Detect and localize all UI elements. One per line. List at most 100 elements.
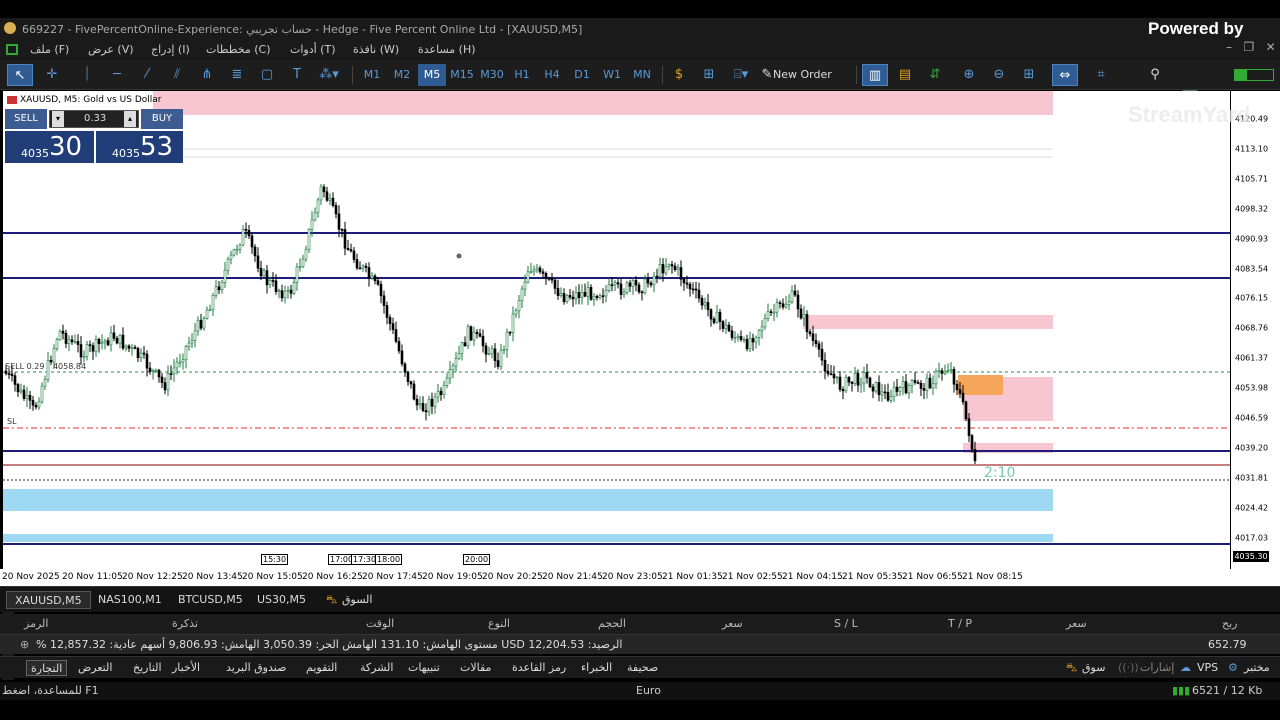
- chart-tab-btcusd[interactable]: BTCUSD,M5: [170, 591, 251, 609]
- autoscroll-icon[interactable]: ⇔: [1052, 64, 1078, 86]
- tab-vps[interactable]: VPS: [1197, 660, 1218, 676]
- position-line-label[interactable]: SELL 0.29 4058.84: [5, 362, 86, 371]
- sell-button[interactable]: SELL: [5, 109, 47, 129]
- tab-news[interactable]: الأخبار: [172, 660, 200, 676]
- tab-calendar[interactable]: التقويم: [306, 660, 337, 676]
- chart-tab-nas100[interactable]: NAS100,M1: [90, 591, 170, 609]
- tf-d1[interactable]: D1: [568, 64, 596, 86]
- new-order-icon[interactable]: ✎: [760, 64, 774, 86]
- buy-price-button[interactable]: 4035 53: [96, 131, 183, 163]
- pitchfork-icon[interactable]: ⋔: [196, 64, 218, 86]
- line-chart-icon[interactable]: ⇵: [924, 64, 946, 86]
- menu-file[interactable]: ملف (F): [30, 43, 69, 56]
- trendline-icon[interactable]: ⁄: [136, 64, 158, 86]
- col-price[interactable]: سعر: [722, 617, 743, 630]
- tab-mailbox[interactable]: صندوق البريد: [226, 660, 286, 676]
- buy-button[interactable]: BUY: [141, 109, 183, 129]
- tab-history[interactable]: التاريخ: [133, 660, 162, 676]
- col-time[interactable]: الوقت: [366, 617, 394, 630]
- tab-journal[interactable]: صحيفة: [627, 660, 658, 676]
- col-tp[interactable]: T / P: [948, 617, 972, 630]
- menu-tools[interactable]: أدوات (T): [290, 43, 336, 56]
- price-axis[interactable]: 4120.49 4113.10 4105.71 4098.32 4090.93 4083.…: [1230, 91, 1280, 569]
- tab-tester[interactable]: مختبر: [1244, 660, 1270, 676]
- vps-cloud-icon[interactable]: ☁: [1180, 660, 1191, 676]
- volume-value[interactable]: 0.33: [84, 113, 106, 124]
- search-icon[interactable]: ⚲: [1146, 64, 1164, 86]
- chart-tab-us30[interactable]: US30,M5: [249, 591, 314, 609]
- algo-trading-icon[interactable]: $: [668, 64, 690, 86]
- tf-mn[interactable]: MN: [628, 64, 656, 86]
- tester-icon[interactable]: ⚙: [1228, 660, 1238, 676]
- tf-h1[interactable]: H1: [508, 64, 536, 86]
- tile-windows-icon[interactable]: ⊞: [1018, 64, 1040, 86]
- candle-body: [250, 235, 254, 248]
- screenshot-icon[interactable]: ⌗: [1090, 64, 1112, 86]
- zoom-in-icon[interactable]: ⊕: [958, 64, 980, 86]
- sell-price-button[interactable]: 4035 30: [5, 131, 94, 163]
- tab-signals[interactable]: إشارات: [1140, 660, 1174, 676]
- col-type[interactable]: النوع: [488, 617, 510, 630]
- horizontal-line-icon[interactable]: ─: [106, 64, 128, 86]
- col-volume[interactable]: الحجم: [598, 617, 626, 630]
- close-icon[interactable]: ✕: [1266, 40, 1276, 54]
- tf-m30[interactable]: M30: [478, 64, 506, 86]
- menu-insert[interactable]: إدراج (I): [151, 43, 190, 56]
- volume-up-icon[interactable]: ▴: [124, 111, 136, 127]
- vertical-line-icon[interactable]: ⏐: [76, 64, 98, 86]
- market-icon[interactable]: ⛍: [1066, 660, 1077, 676]
- volume-down-icon[interactable]: ▾: [52, 111, 64, 127]
- price-chart[interactable]: XAUUSD, M5: Gold vs US Dollar SELL ▾ 0.3…: [3, 91, 1230, 569]
- tf-m15[interactable]: M15: [448, 64, 476, 86]
- signals-icon[interactable]: ((·)): [1118, 660, 1139, 676]
- tab-company[interactable]: الشركة: [360, 660, 393, 676]
- new-order-button[interactable]: New Order: [773, 64, 832, 86]
- tf-h4[interactable]: H4: [538, 64, 566, 86]
- col-sl[interactable]: S / L: [834, 617, 858, 630]
- time-axis[interactable]: 20 Nov 2025 20 Nov 11:05 20 Nov 12:25 20 No…: [0, 569, 1280, 586]
- zoom-out-icon[interactable]: ⊖: [988, 64, 1010, 86]
- crosshair-icon[interactable]: ✛: [40, 64, 64, 86]
- col-ticket[interactable]: تذكرة: [172, 617, 198, 630]
- tab-code-base[interactable]: رمز القاعدة: [512, 660, 566, 676]
- chart-toggle-icon[interactable]: [6, 44, 18, 55]
- menu-view[interactable]: عرض (V): [88, 43, 134, 56]
- cursor-tool-icon[interactable]: ↖: [7, 64, 33, 86]
- tab-articles[interactable]: مقالات: [460, 660, 491, 676]
- menu-window[interactable]: نافذة (W): [353, 43, 399, 56]
- col-symbol[interactable]: الرمز: [24, 617, 48, 630]
- fibonacci-icon[interactable]: ≣: [226, 64, 248, 86]
- menu-charts[interactable]: مخططات (C): [206, 43, 271, 56]
- sl-label[interactable]: SL: [7, 417, 17, 426]
- total-profit: 652.79: [1208, 638, 1247, 651]
- shapes-icon[interactable]: ▢: [256, 64, 278, 86]
- tab-market[interactable]: سوق: [1082, 660, 1105, 676]
- restore-icon[interactable]: ❐: [1243, 40, 1254, 54]
- menu-help[interactable]: مساعدة (H): [418, 43, 476, 56]
- candles-icon[interactable]: ▤: [894, 64, 916, 86]
- channel-icon[interactable]: ⫽: [166, 64, 188, 86]
- indicators-icon[interactable]: ⌸▾: [726, 64, 756, 86]
- volume-input[interactable]: ▾ 0.33 ▴: [49, 110, 139, 128]
- chart-tab-market[interactable]: السوق: [334, 591, 380, 609]
- tf-m5[interactable]: M5: [418, 64, 446, 86]
- balance-plus-icon[interactable]: ⊕: [20, 638, 29, 651]
- tab-exposure[interactable]: التعرض: [78, 660, 112, 676]
- candle-body: [862, 372, 866, 384]
- chart-tab-xauusd[interactable]: XAUUSD,M5: [6, 591, 91, 609]
- col-current-price[interactable]: سعر: [1066, 617, 1087, 630]
- candle-body: [499, 349, 503, 367]
- tab-experts[interactable]: الخبراء: [581, 660, 612, 676]
- objects-menu-icon[interactable]: ⁂▾: [314, 64, 344, 86]
- bar-chart-icon[interactable]: ▥: [862, 64, 888, 86]
- minimize-icon[interactable]: –: [1226, 40, 1232, 54]
- text-tool-icon[interactable]: T: [286, 64, 308, 86]
- depth-of-market-icon[interactable]: ⊞: [698, 64, 720, 86]
- tf-m1[interactable]: M1: [358, 64, 386, 86]
- status-bar: للمساعدة، اضغط F1 Euro ▮▮▮ 6521 / 12 Kb: [0, 682, 1280, 700]
- tf-w1[interactable]: W1: [598, 64, 626, 86]
- tf-m2[interactable]: M2: [388, 64, 416, 86]
- tab-trade[interactable]: التجارة: [26, 660, 68, 676]
- col-profit[interactable]: ربح: [1222, 617, 1237, 630]
- tab-alerts[interactable]: تنبيهات: [408, 660, 440, 676]
